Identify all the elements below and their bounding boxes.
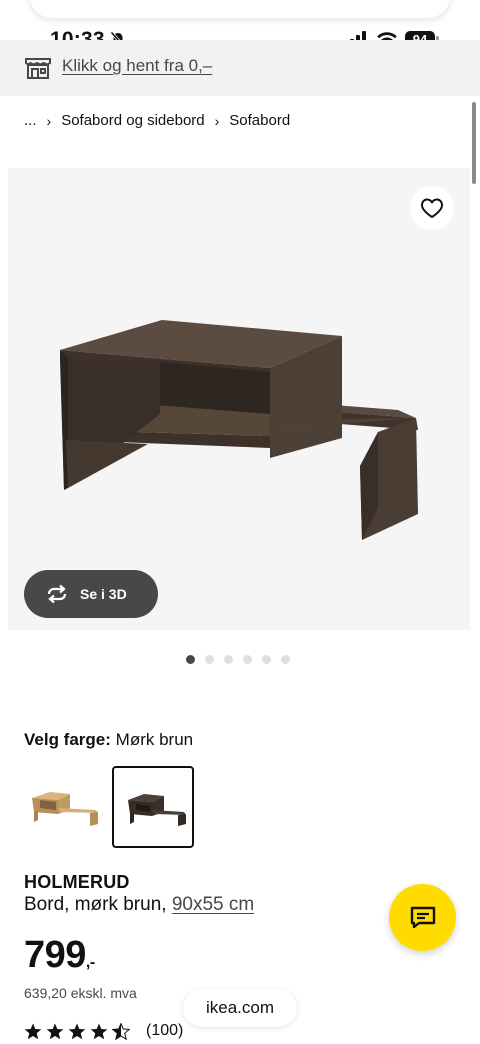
star-icon (68, 1023, 86, 1039)
price-value: 799 (24, 934, 86, 976)
chevron-right-icon: › (214, 112, 220, 129)
chat-button[interactable] (389, 884, 456, 951)
price-suffix: ,- (85, 954, 95, 971)
click-collect-link[interactable]: Klikk og hent fra 0,– (62, 56, 212, 76)
review-count: (100) (146, 1022, 184, 1039)
carousel-dot[interactable] (205, 655, 214, 664)
star-icon (24, 1023, 42, 1039)
view-3d-button[interactable]: Se i 3D (24, 570, 158, 618)
star-icon (90, 1023, 108, 1039)
product-name: HOLMERUD (24, 872, 130, 892)
breadcrumb-item-sofabord-og-sidebord[interactable]: Sofabord og sidebord (61, 112, 204, 129)
product-description: Bord, mørk brun, 90x55 cm (24, 894, 254, 916)
color-label-prefix: Velg farge: (24, 730, 111, 749)
chevron-right-icon: › (46, 112, 52, 129)
carousel-dot[interactable] (224, 655, 233, 664)
search-bar-edge (30, 0, 450, 18)
breadcrumb: ... › Sofabord og sidebord › Sofabord (24, 112, 290, 129)
favorite-button[interactable] (410, 186, 454, 230)
store-icon (25, 58, 51, 79)
browser-url-bar[interactable]: ikea.com (183, 989, 297, 1027)
price-ex-vat: 639,20 ekskl. mva (24, 985, 137, 1001)
carousel-dots (186, 655, 290, 664)
scrollbar[interactable] (472, 102, 476, 184)
half-star-icon (112, 1022, 130, 1040)
carousel-dot[interactable] (262, 655, 271, 664)
chat-icon (410, 906, 435, 928)
breadcrumb-item-sofabord[interactable]: Sofabord (229, 112, 290, 129)
color-picker-label: Velg farge: Mørk brun (24, 730, 193, 750)
color-option-dark-brown[interactable] (112, 766, 194, 848)
product-price: 799,- (24, 934, 95, 977)
coffee-table-illustration (60, 320, 418, 540)
dark-brown-table-thumbnail (128, 794, 186, 826)
product-image[interactable] (8, 168, 470, 630)
carousel-dot[interactable] (243, 655, 252, 664)
color-option-light-wood[interactable] (24, 768, 106, 850)
selected-color: Mørk brun (115, 730, 194, 749)
carousel-dot[interactable] (281, 655, 290, 664)
rotate-3d-icon (47, 584, 67, 604)
carousel-dot[interactable] (186, 655, 195, 664)
light-wood-table-thumbnail (32, 792, 98, 826)
product-type: Bord, mørk brun, (24, 894, 167, 915)
heart-icon (421, 198, 443, 219)
star-icon (46, 1023, 64, 1039)
product-rating[interactable]: (100) (24, 1022, 183, 1040)
view-3d-label: Se i 3D (80, 586, 127, 602)
breadcrumb-ellipsis[interactable]: ... (24, 112, 37, 129)
product-dimensions-link[interactable]: 90x55 cm (172, 894, 254, 915)
